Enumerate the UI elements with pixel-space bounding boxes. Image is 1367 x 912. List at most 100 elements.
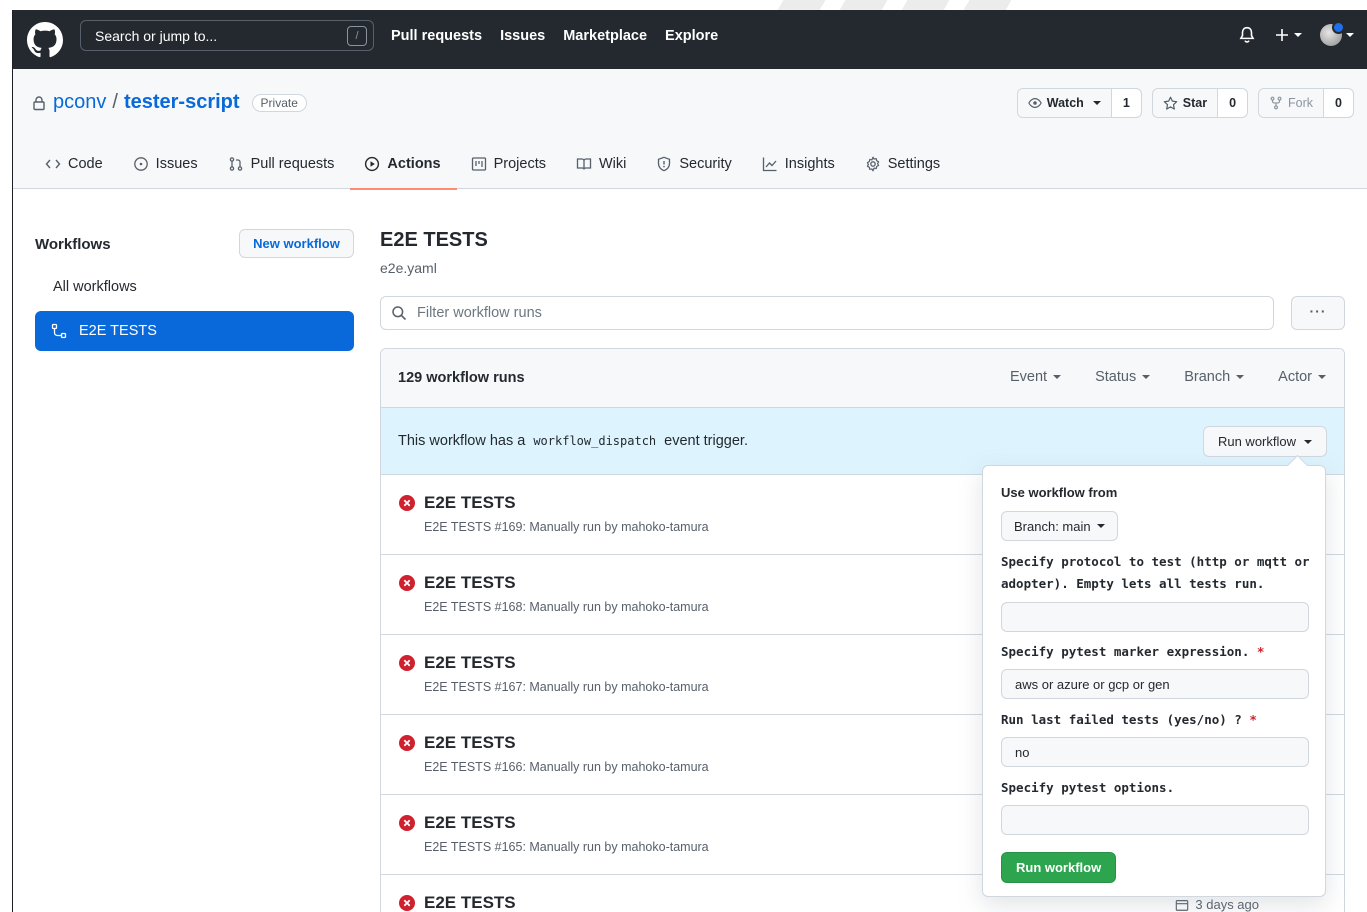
bell-icon[interactable]: [1238, 26, 1256, 44]
tab-label: Code: [68, 156, 103, 172]
run-title[interactable]: E2E TESTS: [424, 813, 516, 833]
chevron-down-icon: [1346, 33, 1354, 37]
watch-count[interactable]: 1: [1112, 89, 1141, 117]
pull-request-icon: [229, 157, 242, 171]
fork-button[interactable]: Fork: [1259, 89, 1325, 117]
book-icon: [576, 158, 592, 170]
filter-label: Branch: [1184, 369, 1231, 385]
sidebar-item-label: E2E TESTS: [79, 323, 157, 339]
lastfailed-label-row: Run last failed tests (yes/no) ? *: [1001, 709, 1311, 731]
filter-label: Event: [1010, 369, 1048, 385]
tab-projects[interactable]: Projects: [457, 139, 562, 189]
plus-icon: [1276, 29, 1288, 41]
workflows-heading: Workflows: [35, 236, 111, 253]
run-subtitle: E2E TESTS #165: Manually run by mahoko-t…: [424, 840, 709, 854]
use-workflow-from-label: Use workflow from: [1001, 485, 1118, 500]
run-filters: Event Status Branch Actor: [1010, 369, 1326, 385]
lastfailed-input[interactable]: no: [1001, 737, 1309, 767]
star-button[interactable]: Star: [1152, 89, 1219, 117]
more-options-button[interactable]: ···: [1291, 296, 1345, 330]
create-new-menu[interactable]: [1274, 27, 1302, 43]
repo-tabs: Code Issues Pull requests Actions Projec…: [31, 139, 956, 190]
tab-label: Security: [679, 156, 732, 172]
tab-actions[interactable]: Actions: [350, 139, 457, 190]
failed-status-icon: [399, 655, 415, 671]
global-search-input[interactable]: Search or jump to... /: [80, 20, 374, 51]
repo-header: pconv / tester-script Private Watch 1 St…: [13, 69, 1367, 190]
search-placeholder: Search or jump to...: [95, 28, 218, 44]
required-mark: *: [1256, 644, 1265, 659]
github-logo-icon[interactable]: [27, 22, 63, 58]
run-subtitle: E2E TESTS #166: Manually run by mahoko-t…: [424, 760, 709, 774]
tab-pull-requests[interactable]: Pull requests: [214, 139, 351, 189]
fork-label: Fork: [1288, 96, 1314, 110]
fork-button-group: Fork 0: [1258, 88, 1354, 118]
run-time: 3 days ago: [1175, 897, 1259, 912]
run-subtitle: E2E TESTS #168: Manually run by mahoko-t…: [424, 600, 709, 614]
required-mark: *: [1249, 712, 1257, 727]
run-title[interactable]: E2E TESTS: [424, 893, 516, 912]
tab-settings[interactable]: Settings: [851, 139, 956, 189]
nav-marketplace[interactable]: Marketplace: [563, 28, 647, 44]
run-title[interactable]: E2E TESTS: [424, 733, 516, 753]
gear-icon: [866, 156, 879, 172]
workflow-icon: [51, 323, 67, 339]
failed-status-icon: [399, 815, 415, 831]
user-menu[interactable]: [1320, 21, 1354, 46]
star-icon: [1163, 96, 1178, 110]
run-workflow-submit-button[interactable]: Run workflow: [1001, 852, 1117, 883]
failed-status-icon: [399, 895, 415, 911]
repo-actions: Watch 1 Star 0 Fork 0: [1016, 88, 1354, 118]
tab-code[interactable]: Code: [31, 139, 119, 189]
tab-issues[interactable]: Issues: [119, 139, 214, 189]
watch-button[interactable]: Watch: [1017, 89, 1112, 117]
fork-count[interactable]: 0: [1324, 89, 1353, 117]
run-workflow-popover: Use workflow from Branch: main Specify p…: [982, 465, 1326, 897]
options-input[interactable]: [1001, 805, 1309, 835]
tab-label: Projects: [493, 156, 546, 172]
fork-icon: [1270, 96, 1282, 110]
play-icon: [365, 156, 380, 172]
run-title[interactable]: E2E TESTS: [424, 493, 516, 513]
filter-runs-input[interactable]: Filter workflow runs: [380, 296, 1274, 330]
repo-name-link[interactable]: tester-script: [124, 91, 240, 114]
branch-label: Branch: main: [1014, 518, 1091, 534]
star-button-group: Star 0: [1151, 88, 1249, 118]
nav-pull-requests[interactable]: Pull requests: [391, 28, 482, 44]
calendar-icon: [1176, 899, 1189, 911]
star-label: Star: [1182, 96, 1208, 110]
nav-issues[interactable]: Issues: [500, 28, 545, 44]
run-workflow-dropdown-button[interactable]: Run workflow: [1202, 426, 1327, 457]
tab-security[interactable]: Security: [642, 139, 747, 189]
run-title[interactable]: E2E TESTS: [424, 573, 516, 593]
marker-input[interactable]: aws or azure or gcp or gen: [1001, 669, 1309, 699]
workflow-title: E2E TESTS: [380, 229, 488, 251]
dispatch-code: workflow_dispatch: [533, 434, 657, 448]
protocol-input[interactable]: [1001, 602, 1309, 632]
run-subtitle: E2E TESTS #169: Manually run by mahoko-t…: [424, 520, 709, 534]
repo-title: pconv / tester-script Private: [31, 91, 307, 114]
filter-branch-dropdown[interactable]: Branch: [1184, 369, 1245, 385]
new-workflow-button[interactable]: New workflow: [239, 229, 354, 258]
chevron-down-icon: [1142, 375, 1151, 379]
workflow-file-link[interactable]: e2e.yaml: [380, 260, 437, 276]
filter-actor-dropdown[interactable]: Actor: [1278, 369, 1326, 385]
nav-explore[interactable]: Explore: [665, 28, 718, 44]
repo-owner-link[interactable]: pconv: [53, 91, 106, 114]
filter-event-dropdown[interactable]: Event: [1010, 369, 1062, 385]
star-count[interactable]: 0: [1218, 89, 1247, 117]
graph-icon: [762, 157, 777, 172]
run-subtitle: E2E TESTS #167: Manually run by mahoko-t…: [424, 680, 709, 694]
sidebar-item-e2e-tests[interactable]: E2E TESTS: [35, 311, 354, 351]
tab-wiki[interactable]: Wiki: [562, 139, 642, 189]
global-nav: Pull requests Issues Marketplace Explore: [391, 28, 718, 44]
run-title[interactable]: E2E TESTS: [424, 653, 516, 673]
filter-status-dropdown[interactable]: Status: [1095, 369, 1151, 385]
chevron-down-icon: [1096, 524, 1105, 528]
sidebar-item-all-workflows[interactable]: All workflows: [53, 279, 137, 295]
branch-select[interactable]: Branch: main: [1001, 511, 1118, 541]
search-icon: [392, 306, 407, 321]
shield-icon: [658, 156, 671, 172]
run-time-label: 3 days ago: [1195, 897, 1259, 912]
tab-insights[interactable]: Insights: [748, 139, 851, 189]
